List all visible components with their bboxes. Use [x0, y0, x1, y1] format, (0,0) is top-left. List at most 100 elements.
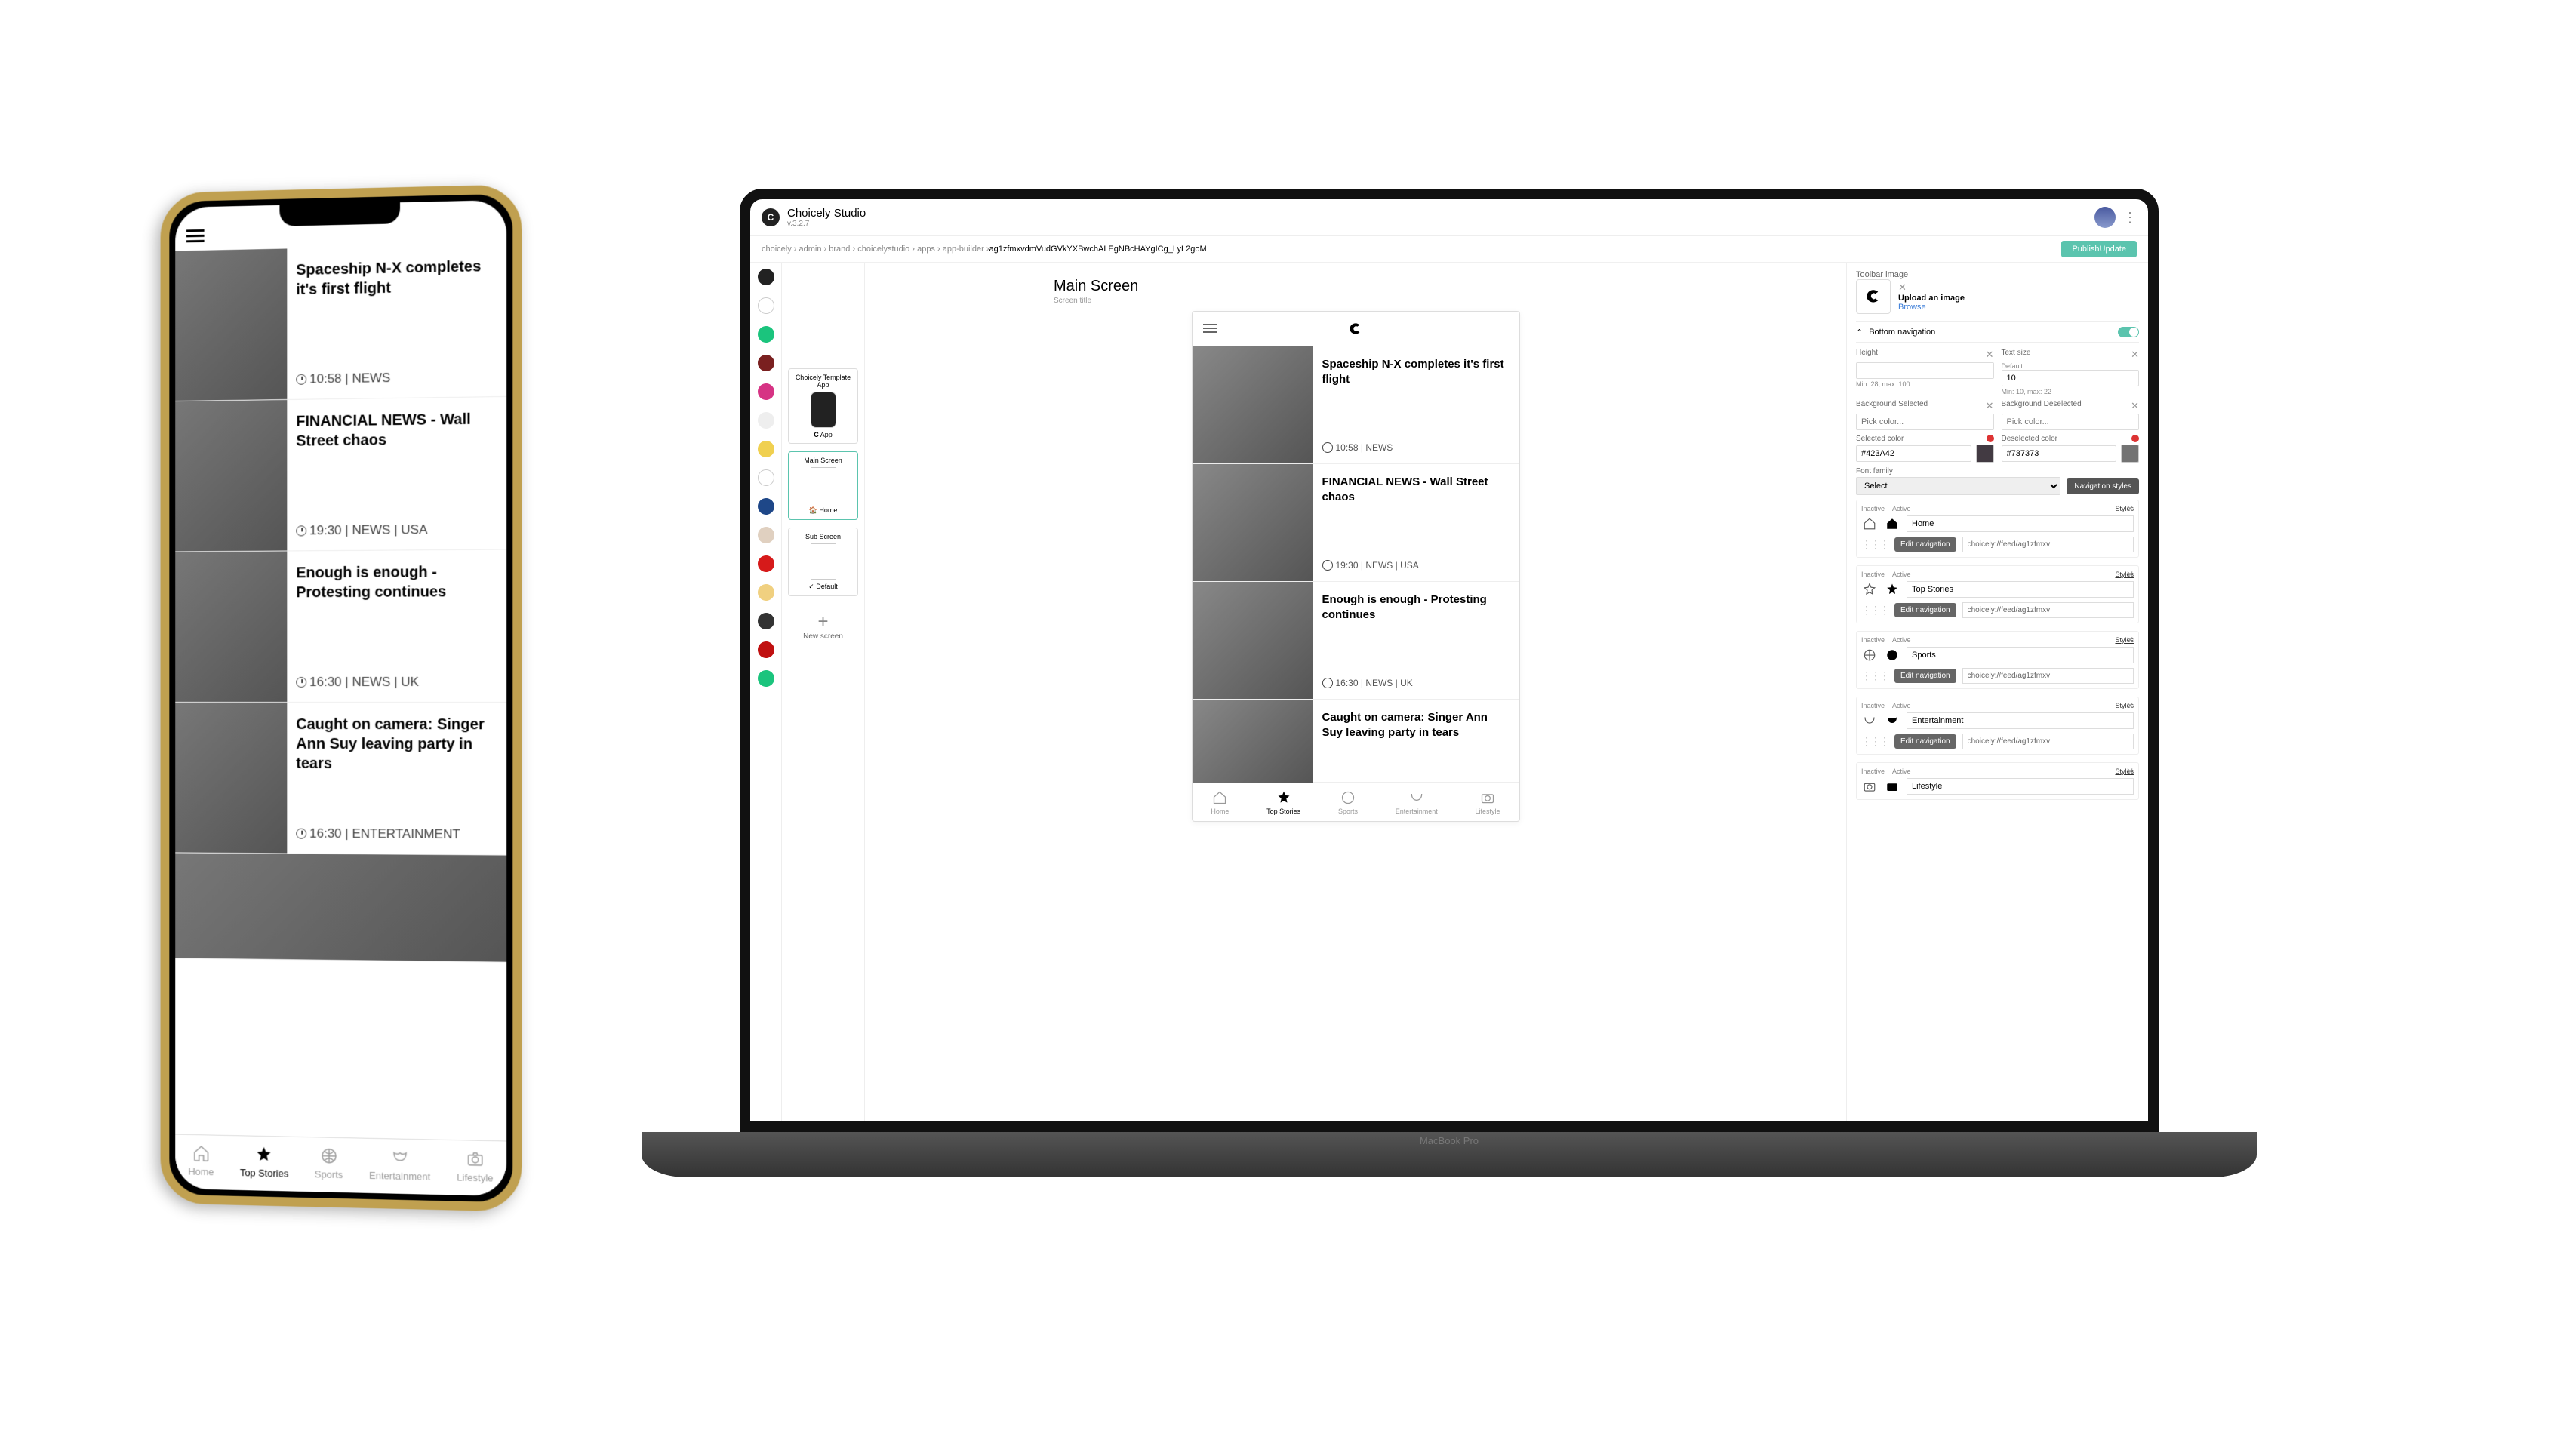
- close-icon[interactable]: ✕: [2126, 635, 2134, 645]
- tab-lifestyle[interactable]: Lifestyle: [1476, 789, 1500, 815]
- font-family-select[interactable]: Select: [1856, 477, 2060, 495]
- clear-icon[interactable]: ✕: [1986, 400, 1994, 412]
- clear-icon[interactable]: ✕: [2131, 400, 2139, 412]
- ball-outline-icon[interactable]: [1861, 647, 1878, 663]
- news-item[interactable]: Enough is enough - Protesting continues …: [175, 549, 506, 703]
- rail-app-icon[interactable]: [758, 584, 774, 601]
- template-app-card[interactable]: Choicely Template App C App: [788, 368, 858, 444]
- rail-app-icon[interactable]: [758, 498, 774, 515]
- navigation-styles-button[interactable]: Navigation styles: [2067, 478, 2139, 494]
- height-input[interactable]: [1856, 362, 1994, 379]
- rail-app-icon[interactable]: [758, 641, 774, 658]
- hamburger-icon[interactable]: [1203, 324, 1217, 335]
- edit-navigation-button[interactable]: Edit navigation: [1894, 669, 1956, 683]
- home-filled-icon[interactable]: [1884, 515, 1900, 532]
- news-item[interactable]: Spaceship N-X completes it's first fligh…: [175, 244, 506, 401]
- canvas: Main Screen Screen title Spaceship N-X c…: [865, 263, 1846, 1121]
- news-item[interactable]: Caught on camera: Singer Ann Suy leaving…: [1193, 700, 1519, 783]
- news-item[interactable]: Enough is enough - Protesting continues …: [1193, 582, 1519, 700]
- hamburger-icon[interactable]: [186, 229, 205, 243]
- nav-item-label-input[interactable]: [1907, 515, 2134, 532]
- drag-handle-icon[interactable]: ⋮⋮⋮: [1861, 604, 1888, 617]
- browse-link[interactable]: Browse: [1898, 303, 1965, 312]
- news-item[interactable]: FINANCIAL NEWS - Wall Street chaos 19:30…: [175, 397, 506, 552]
- drag-handle-icon[interactable]: ⋮⋮⋮: [1861, 538, 1888, 551]
- camera-outline-icon[interactable]: [1861, 778, 1878, 795]
- star-filled-icon[interactable]: [1884, 581, 1900, 598]
- nav-url-field[interactable]: choicely://feed/ag1zfmxv: [1962, 537, 2134, 552]
- star-outline-icon[interactable]: [1861, 581, 1878, 598]
- main-screen-card[interactable]: Main Screen 🏠 Home: [788, 451, 858, 520]
- deselected-color-input[interactable]: [2002, 445, 2117, 462]
- camera-filled-icon[interactable]: [1884, 778, 1900, 795]
- mask-filled-icon[interactable]: [1884, 712, 1900, 729]
- clear-icon[interactable]: ✕: [1986, 349, 1994, 361]
- rail-app-icon[interactable]: [758, 412, 774, 429]
- selected-color-input[interactable]: [1856, 445, 1971, 462]
- nav-item-label-input[interactable]: [1907, 778, 2134, 795]
- breadcrumb-path[interactable]: choicely › admin › brand › choicelystudi…: [762, 245, 989, 254]
- home-outline-icon[interactable]: [1861, 515, 1878, 532]
- toggle-switch[interactable]: [2118, 327, 2139, 337]
- nav-url-field[interactable]: choicely://feed/ag1zfmxv: [1962, 668, 2134, 684]
- tab-entertainment[interactable]: Entertainment: [1396, 789, 1438, 815]
- tab-sports[interactable]: Sports: [1338, 789, 1358, 815]
- bottom-nav-section[interactable]: ⌃ Bottom navigation: [1856, 321, 2139, 343]
- bg-deselected-input[interactable]: [2002, 414, 2140, 430]
- rail-app-icon[interactable]: [758, 355, 774, 371]
- phone-feed[interactable]: Spaceship N-X completes it's first fligh…: [175, 244, 506, 1140]
- phone-preview[interactable]: Spaceship N-X completes it's first fligh…: [1192, 311, 1520, 822]
- drag-handle-icon[interactable]: ⋮⋮⋮: [1861, 669, 1888, 682]
- nav-item-label-input[interactable]: [1907, 647, 2134, 663]
- rail-app-icon[interactable]: [758, 469, 774, 486]
- rail-app-icon[interactable]: [758, 383, 774, 400]
- sub-screen-card[interactable]: Sub Screen ✓ Default: [788, 528, 858, 596]
- rail-app-icon[interactable]: [758, 297, 774, 314]
- edit-navigation-button[interactable]: Edit navigation: [1894, 537, 1956, 552]
- reset-icon[interactable]: [2131, 435, 2139, 442]
- rail-app-icon[interactable]: [758, 326, 774, 343]
- news-item[interactable]: [175, 853, 506, 962]
- color-swatch[interactable]: [2121, 445, 2139, 463]
- user-avatar[interactable]: [2094, 207, 2116, 228]
- tab-top-stories[interactable]: Top Stories: [240, 1143, 288, 1179]
- tab-top-stories[interactable]: Top Stories: [1266, 789, 1300, 815]
- clear-icon[interactable]: ✕: [2131, 349, 2139, 361]
- publish-button[interactable]: PublishUpdate: [2061, 241, 2137, 257]
- mask-outline-icon[interactable]: [1861, 712, 1878, 729]
- rail-app-icon[interactable]: [758, 269, 774, 285]
- nav-item-label-input[interactable]: [1907, 712, 2134, 729]
- close-icon[interactable]: ✕: [2126, 569, 2134, 580]
- bg-selected-input[interactable]: [1856, 414, 1994, 430]
- rail-app-icon[interactable]: [758, 670, 774, 687]
- close-icon[interactable]: ✕: [2126, 766, 2134, 777]
- text-size-input[interactable]: [2002, 370, 2140, 386]
- close-icon[interactable]: ✕: [2126, 503, 2134, 514]
- new-screen-button[interactable]: + New screen: [788, 604, 858, 648]
- color-swatch[interactable]: [1976, 445, 1994, 463]
- nav-item-label-input[interactable]: [1907, 581, 2134, 598]
- rail-app-icon[interactable]: [758, 555, 774, 572]
- tab-lifestyle[interactable]: Lifestyle: [457, 1148, 493, 1183]
- more-icon[interactable]: ⋮: [2123, 210, 2137, 226]
- edit-navigation-button[interactable]: Edit navigation: [1894, 734, 1956, 749]
- tab-sports[interactable]: Sports: [315, 1145, 343, 1180]
- close-icon[interactable]: ✕: [2126, 700, 2134, 711]
- reset-icon[interactable]: [1987, 435, 1994, 442]
- news-item[interactable]: Spaceship N-X completes it's first fligh…: [1193, 346, 1519, 464]
- news-item[interactable]: Caught on camera: Singer Ann Suy leaving…: [175, 703, 506, 856]
- ball-filled-icon[interactable]: [1884, 647, 1900, 663]
- tab-home[interactable]: Home: [1211, 789, 1229, 815]
- clear-icon[interactable]: ✕: [1898, 281, 1907, 293]
- nav-url-field[interactable]: choicely://feed/ag1zfmxv: [1962, 734, 2134, 749]
- drag-handle-icon[interactable]: ⋮⋮⋮: [1861, 735, 1888, 748]
- tab-home[interactable]: Home: [188, 1143, 214, 1177]
- edit-navigation-button[interactable]: Edit navigation: [1894, 603, 1956, 617]
- rail-app-icon[interactable]: [758, 613, 774, 629]
- rail-app-icon[interactable]: [758, 441, 774, 457]
- nav-url-field[interactable]: choicely://feed/ag1zfmxv: [1962, 602, 2134, 618]
- toolbar-image-preview[interactable]: [1856, 279, 1891, 314]
- news-item[interactable]: FINANCIAL NEWS - Wall Street chaos 19:30…: [1193, 464, 1519, 582]
- tab-entertainment[interactable]: Entertainment: [369, 1146, 430, 1183]
- rail-app-icon[interactable]: [758, 527, 774, 543]
